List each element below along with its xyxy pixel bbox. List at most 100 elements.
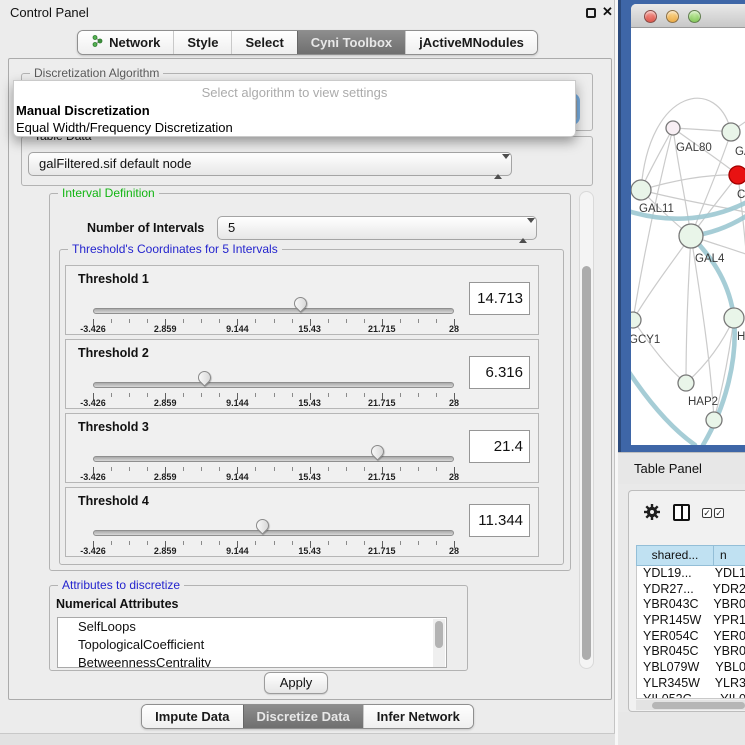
zoom-traffic-light[interactable] — [688, 10, 701, 23]
network-node-hap2[interactable] — [678, 375, 694, 391]
network-node-gal4[interactable] — [679, 224, 703, 248]
cell-shared-name[interactable]: YLR345W — [637, 676, 708, 692]
tab-cyni-toolbox[interactable]: Cyni Toolbox — [297, 31, 405, 54]
cell-name[interactable]: YIL0 — [713, 692, 745, 700]
table-row[interactable]: YPR145WYPR1 — [637, 613, 745, 629]
tab-select[interactable]: Select — [231, 31, 296, 54]
close-icon[interactable]: ✕ — [602, 4, 613, 20]
slider-track[interactable] — [93, 308, 454, 314]
cell-name[interactable]: YDR2 — [706, 582, 745, 598]
slider-track[interactable] — [93, 530, 454, 536]
slider-tick — [328, 393, 329, 397]
checkbox-icon[interactable]: ✓ — [702, 508, 712, 518]
network-node-c[interactable] — [729, 166, 745, 184]
algorithm-option-equal-width-frequency-discretization[interactable]: Equal Width/Frequency Discretization — [14, 119, 575, 136]
table-row[interactable]: YBL079WYBL0 — [637, 660, 745, 676]
slider-track[interactable] — [93, 382, 454, 388]
number-of-intervals-combobox[interactable]: 5 — [217, 216, 537, 240]
slider-tick — [274, 319, 275, 323]
attributes-scrollbar[interactable] — [433, 619, 445, 667]
bottom-tab-impute-data[interactable]: Impute Data — [142, 705, 242, 728]
settings-scrollbar-thumb[interactable] — [582, 266, 591, 660]
cell-name[interactable]: YBR0 — [706, 644, 745, 660]
bottom-tab-discretize-data[interactable]: Discretize Data — [243, 705, 363, 728]
algorithm-placeholder-option[interactable]: Select algorithm to view settings — [14, 83, 575, 102]
cell-shared-name[interactable]: YDR27... — [637, 582, 706, 598]
network-node-gcy1[interactable] — [631, 312, 641, 328]
threshold-value-field[interactable]: 6.316 — [469, 356, 530, 389]
tab-network[interactable]: Network — [78, 31, 173, 54]
cell-name[interactable]: YPR1 — [706, 613, 745, 629]
slider-tick — [436, 393, 437, 397]
cell-name[interactable]: YDL1 — [708, 566, 745, 582]
cell-name[interactable]: YBR0 — [706, 597, 745, 613]
attribute-item-topologicalcoefficient[interactable]: TopologicalCoefficient — [58, 636, 446, 654]
network-node-label: GAL4 — [695, 253, 725, 265]
attribute-item-betweennesscentrality[interactable]: BetweennessCentrality — [58, 654, 446, 668]
slider-tick-label: 15.43 — [298, 546, 321, 556]
table-horizontal-scrollbar[interactable] — [636, 700, 745, 710]
settings-scrollbar[interactable] — [579, 191, 594, 669]
cell-shared-name[interactable]: YBR043C — [637, 597, 706, 613]
minimize-traffic-light[interactable] — [666, 10, 679, 23]
bottom-tab-infer-network[interactable]: Infer Network — [363, 705, 473, 728]
threshold-row: Threshold 1 -3.4262.8599.14415.4321.7152… — [65, 265, 539, 335]
cyni-toolbox-panel: Discretization Algorithm Table Data galF… — [8, 58, 612, 700]
table-data-combobox[interactable]: galFiltered.sif default node — [28, 152, 512, 176]
threshold-value-field[interactable]: 11.344 — [469, 504, 530, 537]
slider-tick — [201, 467, 202, 471]
numerical-attributes-list[interactable]: SelfLoopsTopologicalCoefficientBetweenne… — [57, 617, 447, 668]
cell-name[interactable]: YBL0 — [708, 660, 745, 676]
table-row[interactable]: YBR043CYBR0 — [637, 597, 745, 613]
slider-track[interactable] — [93, 456, 454, 462]
network-edge — [633, 236, 691, 320]
gear-icon[interactable] — [643, 503, 661, 521]
attributes-scrollbar-thumb[interactable] — [435, 621, 443, 648]
tab-jactivemnodules[interactable]: jActiveMNodules — [405, 31, 537, 54]
table-row[interactable]: YDL19...YDL1 — [637, 566, 745, 582]
network-canvas[interactable]: GAL80GACGAL11GAL4GCY1HHAP2 — [631, 28, 745, 445]
slider-tick — [328, 319, 329, 323]
table-hscrollbar-thumb[interactable] — [652, 702, 745, 709]
cell-shared-name[interactable]: YIL052C — [637, 692, 713, 700]
slider-tick — [364, 467, 365, 471]
network-node-h[interactable] — [724, 308, 744, 328]
checkbox-icon[interactable]: ✓ — [714, 508, 724, 518]
cell-name[interactable]: YER0 — [706, 629, 745, 645]
slider-tick — [129, 541, 130, 545]
network-node-gal11[interactable] — [631, 180, 651, 200]
threshold-value-field[interactable]: 14.713 — [469, 282, 530, 315]
slider-tick — [111, 319, 112, 323]
threshold-row: Threshold 4 -3.4262.8599.14415.4321.7152… — [65, 487, 539, 557]
cell-shared-name[interactable]: YDL19... — [637, 566, 708, 582]
threshold-value-field[interactable]: 21.4 — [469, 430, 530, 463]
cell-name[interactable]: YLR3 — [708, 676, 745, 692]
slider-tick — [219, 393, 220, 397]
table-row[interactable]: YBR045CYBR0 — [637, 644, 745, 660]
table-row[interactable]: YDR27...YDR2 — [637, 582, 745, 598]
slider-tick — [346, 393, 347, 397]
table-row[interactable]: YIL052CYIL0 — [637, 692, 745, 700]
column-header-shared[interactable]: shared... — [636, 545, 714, 566]
cell-shared-name[interactable]: YPR145W — [637, 613, 706, 629]
split-columns-icon[interactable] — [673, 504, 690, 521]
apply-button[interactable]: Apply — [264, 672, 328, 694]
algorithm-option-manual-discretization[interactable]: Manual Discretization — [14, 102, 575, 119]
slider-tick — [364, 319, 365, 323]
slider-tick — [346, 467, 347, 471]
network-node-gal80[interactable] — [666, 121, 680, 135]
cell-shared-name[interactable]: YER054C — [637, 629, 706, 645]
cell-shared-name[interactable]: YBL079W — [637, 660, 708, 676]
tab-style-label: Style — [187, 35, 218, 50]
tab-style[interactable]: Style — [173, 31, 231, 54]
table-row[interactable]: YER054CYER0 — [637, 629, 745, 645]
network-node[interactable] — [706, 412, 722, 428]
network-node-ga[interactable] — [722, 123, 740, 141]
float-window-icon[interactable] — [586, 8, 596, 18]
column-header-name[interactable]: n — [714, 545, 745, 566]
attribute-item-selfloops[interactable]: SelfLoops — [58, 618, 446, 636]
slider-tick-label: 21.715 — [368, 324, 396, 334]
table-row[interactable]: YLR345WYLR3 — [637, 676, 745, 692]
cell-shared-name[interactable]: YBR045C — [637, 644, 706, 660]
close-traffic-light[interactable] — [644, 10, 657, 23]
